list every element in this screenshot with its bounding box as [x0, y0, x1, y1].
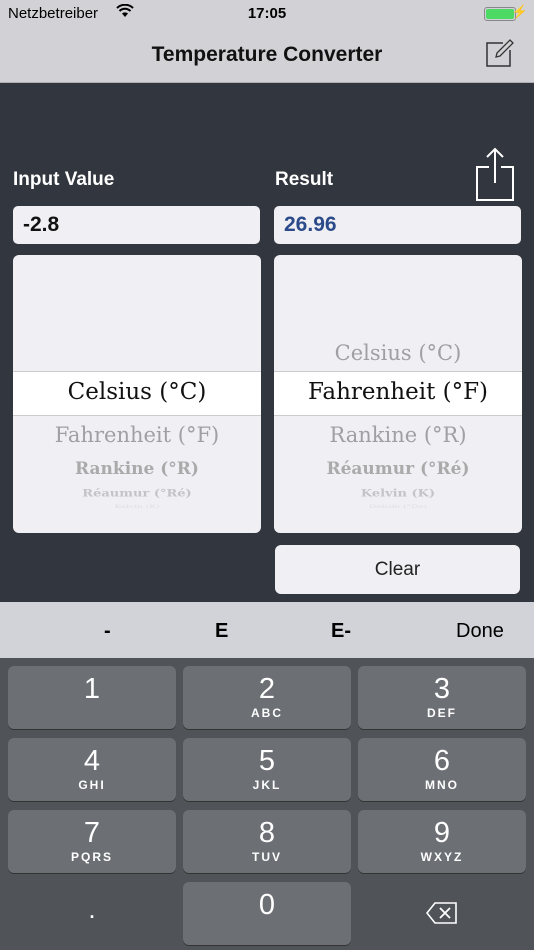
- key-letters: PQRS: [70, 850, 113, 864]
- key-5[interactable]: 5 JKL: [183, 738, 351, 801]
- result-label: Result: [275, 169, 334, 190]
- key-7[interactable]: 7 PQRS: [8, 810, 176, 873]
- key-9[interactable]: 9 WXYZ: [358, 810, 526, 873]
- compose-icon[interactable]: [486, 39, 514, 67]
- key-digit: 9: [433, 817, 451, 849]
- key-digit: 3: [433, 673, 451, 705]
- key-decimal[interactable]: .: [8, 882, 176, 945]
- picker-item[interactable]: Rankine (°R): [274, 423, 522, 447]
- backspace-icon: [425, 902, 457, 924]
- picker-item[interactable]: Celsius (°C): [274, 341, 522, 365]
- key-letters: MNO: [425, 778, 459, 792]
- picker-item[interactable]: Delisle (°De): [274, 505, 522, 510]
- key-1[interactable]: 1: [8, 666, 176, 729]
- key-digit: 1: [83, 673, 101, 705]
- numeric-keyboard: 1 2 ABC 3 DEF 4 GHI 5 JKL 6 MNO 7 PQRS 8 TUV 9W…: [0, 658, 534, 950]
- key-letters: TUV: [252, 850, 282, 864]
- clear-button[interactable]: Clear: [275, 545, 520, 594]
- picker-item[interactable]: Réaumur (°Ré): [13, 488, 261, 500]
- picker-item[interactable]: Kelvin (K): [274, 488, 522, 500]
- status-bar: Netzbetreiber 17:05 ⚡: [0, 0, 534, 28]
- picker-item[interactable]: Rankine (°R): [13, 459, 261, 479]
- negative-exponent-button[interactable]: E-: [331, 620, 351, 643]
- key-4[interactable]: 4 GHI: [8, 738, 176, 801]
- backspace-key[interactable]: [358, 882, 526, 945]
- picker-item[interactable]: Fahrenheit (°F): [13, 423, 261, 447]
- input-value-field[interactable]: -2.8: [13, 206, 260, 244]
- exponent-button[interactable]: E: [215, 620, 228, 643]
- done-button[interactable]: Done: [456, 620, 504, 643]
- result-unit-picker[interactable]: Celsius (°C) Fahrenheit (°F) Rankine (°R…: [274, 255, 522, 533]
- key-6[interactable]: 6 MNO: [358, 738, 526, 801]
- picker-item[interactable]: Fahrenheit (°F): [274, 379, 522, 405]
- key-letters: DEF: [427, 706, 457, 720]
- picker-item[interactable]: Celsius (°C): [13, 379, 261, 405]
- key-digit: 6: [433, 745, 451, 777]
- charging-icon: ⚡: [511, 4, 528, 19]
- keyboard-accessory-bar: - E E- Done: [0, 602, 534, 658]
- key-letters: GHI: [78, 778, 106, 792]
- key-digit: 5: [258, 745, 276, 777]
- key-digit: 4: [83, 745, 101, 777]
- key-digit: 2: [258, 673, 276, 705]
- share-icon[interactable]: [476, 147, 514, 201]
- picker-item[interactable]: Réaumur (°Ré): [274, 459, 522, 479]
- key-digit: 0: [258, 889, 276, 921]
- key-2[interactable]: 2 ABC: [183, 666, 351, 729]
- page-title: Temperature Converter: [151, 43, 383, 66]
- key-letters: ABC: [251, 706, 283, 720]
- key-letters: JKL: [252, 778, 282, 792]
- nav-bar: Temperature Converter: [0, 28, 534, 83]
- input-label: Input Value: [13, 169, 115, 190]
- key-digit: 7: [83, 817, 101, 849]
- clock: 17:05: [247, 5, 287, 22]
- key-8[interactable]: 8 TUV: [183, 810, 351, 873]
- result-field: 26.96: [274, 206, 521, 244]
- key-digit: 8: [258, 817, 276, 849]
- key-letters: WXYZ: [420, 850, 464, 864]
- key-3[interactable]: 3 DEF: [358, 666, 526, 729]
- minus-button[interactable]: -: [104, 620, 111, 643]
- input-unit-picker[interactable]: Celsius (°C) Fahrenheit (°F) Rankine (°R…: [13, 255, 261, 533]
- picker-item[interactable]: Kelvin (K): [13, 505, 261, 510]
- key-0[interactable]: 0: [183, 882, 351, 945]
